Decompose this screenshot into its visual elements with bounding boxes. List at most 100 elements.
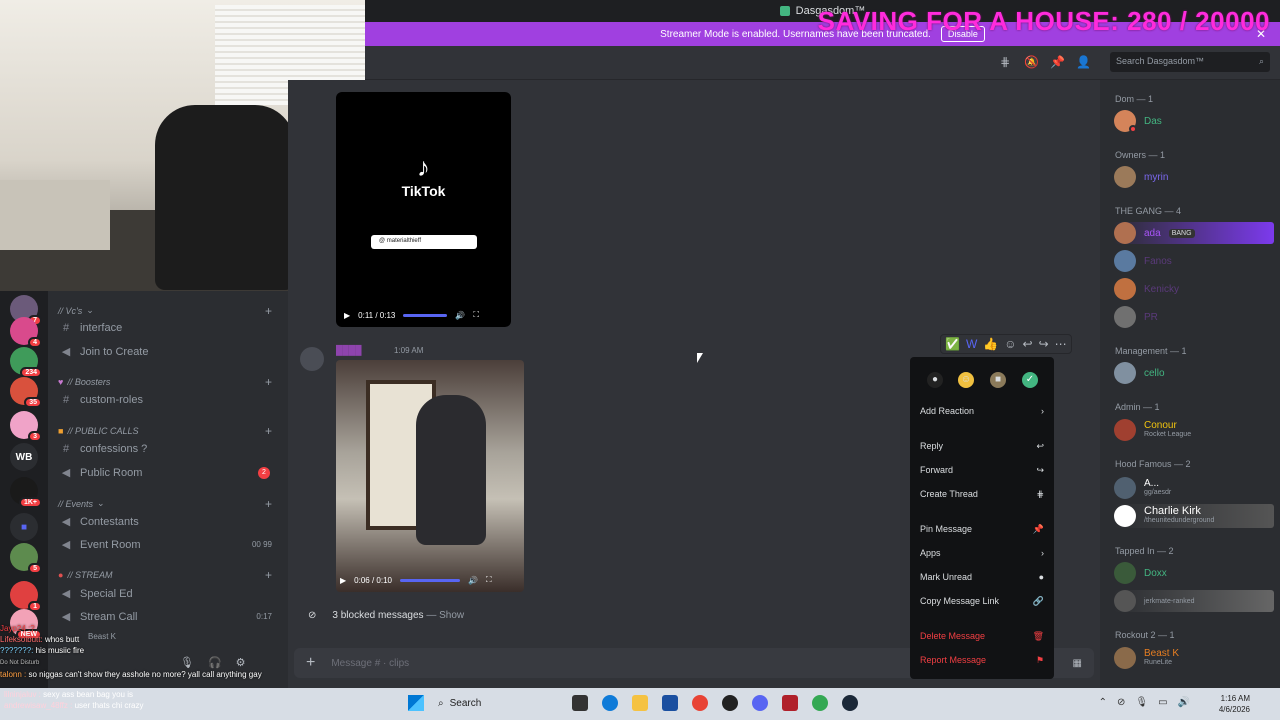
microphone-icon[interactable]: 🎙 bbox=[180, 656, 194, 669]
menu-add-reaction[interactable]: Add Reaction › bbox=[920, 406, 1044, 416]
server-icon[interactable]: 234 bbox=[10, 347, 42, 378]
reaction-emoji[interactable]: ☺ bbox=[958, 372, 974, 388]
category-stream[interactable]: ●// STREAM + bbox=[58, 568, 272, 582]
reaction-emoji[interactable]: ● bbox=[927, 372, 943, 388]
thumbs-up-icon[interactable]: 👍 bbox=[983, 337, 998, 351]
add-reaction-icon[interactable]: ☺ bbox=[1004, 337, 1016, 351]
menu-report[interactable]: Report Message ⚑ bbox=[920, 655, 1044, 666]
menu-copy-link[interactable]: Copy Message Link 🔗 bbox=[920, 596, 1044, 607]
tiktok-video-embed[interactable]: ♪ TikTok @ materialthieff ▶ 0:11 / 0:13 🔊… bbox=[336, 92, 511, 327]
add-channel-icon[interactable]: + bbox=[265, 497, 272, 511]
add-channel-icon[interactable]: + bbox=[265, 568, 272, 582]
clock[interactable]: 1:16 AM 4/6/2026 bbox=[1219, 693, 1250, 715]
channel-special-ed[interactable]: ◀ Special Ed bbox=[60, 587, 280, 601]
steam-icon[interactable] bbox=[842, 695, 858, 711]
play-icon[interactable]: ▶ bbox=[344, 311, 350, 320]
channel-custom-roles[interactable]: # custom-roles bbox=[60, 394, 280, 406]
show-blocked-link[interactable]: — Show bbox=[426, 610, 464, 621]
menu-reply[interactable]: Reply ↩ bbox=[920, 441, 1044, 452]
message-author[interactable]: ████ bbox=[336, 345, 362, 355]
task-view-icon[interactable] bbox=[572, 695, 588, 711]
video-progress[interactable] bbox=[403, 313, 448, 317]
channel-stream-call[interactable]: ◀ Stream Call 0:17 bbox=[60, 610, 280, 624]
menu-apps[interactable]: Apps › bbox=[920, 548, 1044, 558]
category-vcs[interactable]: // Vc's ⌄ + bbox=[58, 304, 272, 318]
pin-icon[interactable]: 📌 bbox=[1050, 55, 1065, 69]
fullscreen-icon[interactable]: ⛶ bbox=[486, 575, 492, 585]
member-a[interactable]: A... gg/aesdr bbox=[1114, 476, 1171, 500]
member-gang-1[interactable]: ada BANG bbox=[1114, 222, 1274, 244]
mute-bell-icon[interactable]: 🔕 bbox=[1024, 55, 1039, 69]
settings-gear-icon[interactable]: ⚙ bbox=[236, 656, 246, 669]
member-charlie-kirk[interactable]: Charlie Kirk/theunitedunderground bbox=[1114, 504, 1274, 528]
search-input[interactable]: Search Dasgasdom™ ⌕ bbox=[1110, 52, 1270, 72]
member-doxx[interactable]: Doxx bbox=[1114, 562, 1167, 584]
add-channel-icon[interactable]: + bbox=[265, 375, 272, 389]
server-folder-icon[interactable]: ■ bbox=[10, 513, 38, 541]
channel-contestants[interactable]: ◀ Contestants bbox=[60, 515, 280, 529]
more-options-icon[interactable]: ⋯ bbox=[1055, 337, 1067, 351]
member-jerkmate[interactable]: jerkmate-ranked bbox=[1114, 590, 1274, 612]
apps-grid-icon[interactable]: ▦ bbox=[1073, 658, 1082, 669]
threads-icon[interactable]: ⋕ bbox=[998, 55, 1012, 69]
member-das[interactable]: Das bbox=[1114, 110, 1162, 133]
channel-join-create[interactable]: ◀ Join to Create bbox=[60, 345, 280, 359]
display-icon[interactable]: ▭ bbox=[1158, 697, 1167, 708]
server-icon[interactable]: 3 bbox=[10, 411, 42, 442]
category-events[interactable]: // Events ⌄ + bbox=[58, 497, 272, 511]
edge-icon[interactable] bbox=[602, 695, 618, 711]
reply-icon[interactable]: ↩ bbox=[1023, 337, 1033, 351]
file-explorer-icon[interactable] bbox=[632, 695, 648, 711]
add-attachment-icon[interactable]: + bbox=[306, 654, 315, 672]
member-kenicky[interactable]: Kenicky bbox=[1114, 278, 1179, 300]
taskbar-search[interactable]: ⌕ Search bbox=[438, 698, 558, 709]
member-pr[interactable]: PR bbox=[1114, 306, 1158, 328]
volume-icon[interactable]: 🔊 bbox=[455, 311, 465, 320]
video-attachment[interactable]: ▶ 0:06 / 0:10 🔊 ⛶ bbox=[336, 360, 524, 592]
channel-event-room[interactable]: ◀ Event Room 00 99 bbox=[60, 538, 280, 552]
menu-forward[interactable]: Forward ↪ bbox=[920, 465, 1044, 476]
discord-icon[interactable] bbox=[752, 695, 768, 711]
server-icon[interactable]: 1 bbox=[10, 581, 42, 612]
reaction-emoji[interactable]: ■ bbox=[990, 372, 1006, 388]
menu-pin-message[interactable]: Pin Message 📌 bbox=[920, 524, 1044, 535]
server-icon[interactable]: 35 bbox=[10, 377, 42, 408]
chevron-up-icon[interactable]: ⌃ bbox=[1099, 697, 1107, 708]
member-myrin[interactable]: myrin bbox=[1114, 166, 1168, 188]
network-icon[interactable]: ⊘ bbox=[1117, 697, 1125, 708]
server-icon-wb[interactable]: WB bbox=[10, 443, 38, 471]
channel-confessions[interactable]: # confessions ? bbox=[60, 443, 280, 455]
server-icon[interactable]: 4 bbox=[10, 317, 42, 348]
forward-icon[interactable]: ↪ bbox=[1039, 337, 1049, 351]
category-boosters[interactable]: ♥// Boosters + bbox=[58, 375, 272, 389]
reaction-emoji[interactable]: ✓ bbox=[1022, 372, 1038, 388]
add-channel-icon[interactable]: + bbox=[265, 304, 272, 318]
server-icon[interactable]: 1K+ bbox=[10, 477, 42, 508]
volume-icon[interactable]: 🔊 bbox=[1178, 697, 1190, 708]
menu-create-thread[interactable]: Create Thread ⋕ bbox=[920, 489, 1044, 500]
add-channel-icon[interactable]: + bbox=[265, 424, 272, 438]
members-icon[interactable]: 👤 bbox=[1076, 55, 1091, 69]
member-fanos[interactable]: Fanos bbox=[1114, 250, 1172, 272]
headphones-icon[interactable]: 🎧 bbox=[208, 656, 222, 669]
menu-delete[interactable]: Delete Message 🗑 bbox=[920, 631, 1044, 642]
menu-mark-unread[interactable]: Mark Unread ● bbox=[920, 572, 1044, 582]
volume-icon[interactable]: 🔊 bbox=[468, 576, 478, 585]
avatar[interactable] bbox=[300, 347, 324, 371]
fullscreen-icon[interactable]: ⛶ bbox=[473, 310, 479, 320]
microphone-icon[interactable]: 🎙 bbox=[1135, 697, 1148, 708]
server-icon[interactable]: 5 bbox=[10, 543, 42, 574]
play-icon[interactable]: ▶ bbox=[340, 576, 346, 585]
app-a-icon[interactable] bbox=[782, 695, 798, 711]
store-icon[interactable] bbox=[662, 695, 678, 711]
member-conour[interactable]: Conour Rocket League bbox=[1114, 418, 1191, 442]
chrome-profile-icon[interactable] bbox=[812, 695, 828, 711]
w-reaction-icon[interactable]: W bbox=[966, 337, 977, 351]
video-progress[interactable] bbox=[399, 578, 460, 582]
obs-icon[interactable] bbox=[722, 695, 738, 711]
chrome-icon[interactable] bbox=[692, 695, 708, 711]
member-cello[interactable]: cello bbox=[1114, 362, 1165, 384]
channel-public-room[interactable]: ◀ Public Room 2 bbox=[60, 466, 280, 479]
member-beast-k[interactable]: Beast K RuneLite bbox=[1114, 646, 1179, 670]
checkmark-reaction-icon[interactable]: ✅ bbox=[945, 337, 960, 351]
